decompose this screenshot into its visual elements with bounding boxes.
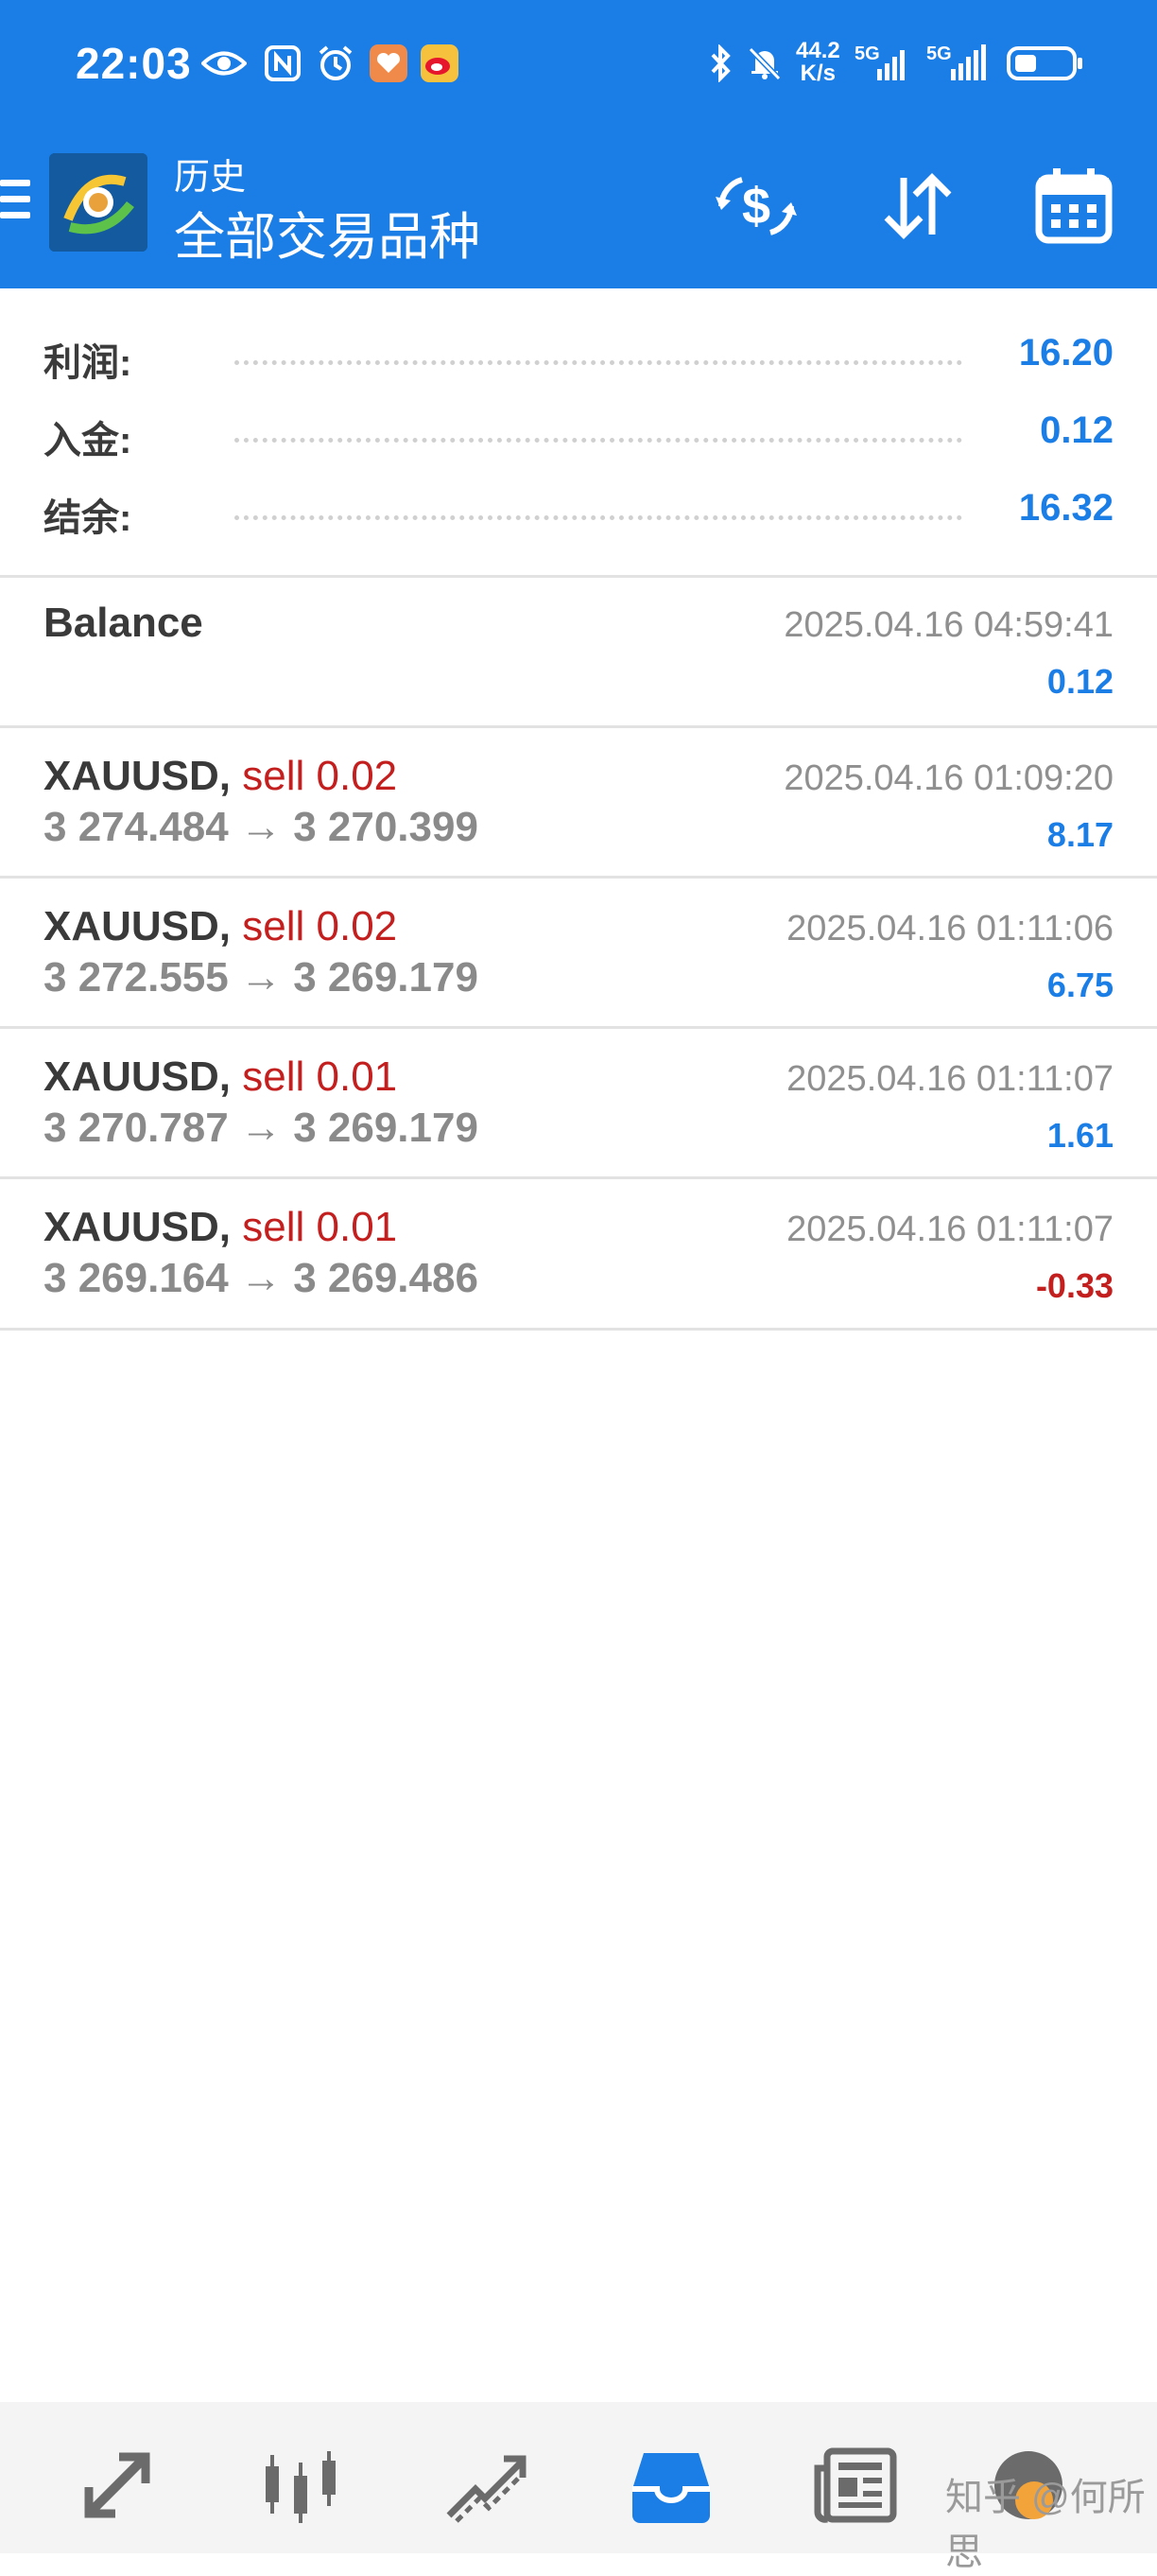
signal-1-label: 5G — [855, 44, 880, 64]
entry-symbol: XAUUSD, sell 0.01 — [43, 1204, 397, 1251]
deposit-label: 入金: — [43, 420, 132, 461]
list-item[interactable]: XAUUSD, sell 0.01 3 269.164 → 3 269.486 … — [0, 1179, 1157, 1331]
eye-icon — [200, 42, 248, 85]
top-bar: 22:03 44.2 K/s 5G 5G 历史 全部交易品种 $ — [0, 0, 1157, 288]
summary-profit-row: 利润: 16.20 — [43, 328, 1114, 385]
app-bar: 历史 全部交易品种 $ — [0, 132, 1157, 288]
profit-value: 16.20 — [1018, 332, 1114, 374]
balance-value: 16.32 — [1018, 487, 1114, 529]
trade-icon[interactable] — [440, 2440, 531, 2531]
status-bar: 22:03 44.2 K/s 5G 5G — [0, 0, 1157, 132]
net-speed-value: 44.2 — [796, 38, 840, 63]
quotes-icon[interactable] — [72, 2440, 163, 2531]
weibo-icon — [416, 42, 463, 85]
symbol-text: Balance — [43, 600, 203, 646]
symbol-text: XAUUSD, — [43, 1053, 232, 1100]
page-title[interactable]: 全部交易品种 — [174, 195, 480, 270]
entry-symbol: Balance — [43, 600, 203, 647]
list-item[interactable]: XAUUSD, sell 0.01 3 270.787 → 3 269.179 … — [0, 1029, 1157, 1179]
symbol-text: XAUUSD, — [43, 753, 232, 799]
dotted-leader — [234, 515, 962, 520]
bottom-navigation: 知乎 @何所思 — [0, 2402, 1157, 2573]
history-icon[interactable] — [626, 2440, 717, 2531]
battery-icon — [1006, 42, 1085, 85]
summary-balance-row: 结余: 16.32 — [43, 483, 1114, 540]
entry-profit: 6.75 — [1046, 966, 1114, 1004]
list-item[interactable]: XAUUSD, sell 0.02 3 272.555 → 3 269.179 … — [0, 879, 1157, 1029]
signal-2-label: 5G — [926, 44, 952, 64]
entry-profit: 8.17 — [1046, 815, 1114, 854]
direction-text: sell 0.02 — [242, 903, 398, 949]
entry-symbol: XAUUSD, sell 0.02 — [43, 903, 397, 950]
alarm-icon — [312, 42, 359, 85]
chart-icon[interactable] — [255, 2440, 346, 2531]
balance-label: 结余: — [43, 497, 132, 539]
watermark: 知乎 @何所思 — [945, 2477, 1146, 2573]
profit-label: 利润: — [43, 342, 132, 384]
bluetooth-icon — [698, 42, 745, 85]
summary-panel: 利润: 16.20 入金: 0.12 结余: 16.32 — [0, 288, 1157, 578]
metatrader-logo — [49, 153, 147, 252]
nfc-icon — [259, 42, 306, 85]
entry-profit: -0.33 — [1035, 1266, 1114, 1305]
summary-deposit-row: 入金: 0.12 — [43, 406, 1114, 462]
entry-prices: 3 272.555 → 3 269.179 — [43, 954, 478, 1001]
menu-icon[interactable] — [0, 180, 30, 227]
entry-time: 2025.04.16 04:59:41 — [784, 605, 1114, 645]
entry-time: 2025.04.16 01:11:07 — [786, 1059, 1114, 1099]
entry-symbol: XAUUSD, sell 0.02 — [43, 753, 397, 800]
direction-text: sell 0.01 — [242, 1053, 398, 1100]
direction-text: sell 0.02 — [242, 753, 398, 799]
news-icon[interactable] — [811, 2440, 902, 2531]
entry-time: 2025.04.16 01:09:20 — [784, 758, 1114, 798]
calendar-icon[interactable] — [1028, 161, 1119, 252]
net-speed: 44.2 K/s — [796, 40, 840, 85]
page-subtitle: 历史 — [174, 158, 247, 198]
symbol-text: XAUUSD, — [43, 1204, 232, 1250]
direction-text: sell 0.01 — [242, 1204, 398, 1250]
dotted-leader — [234, 438, 962, 443]
signal-5g-1-icon: 5G — [855, 42, 913, 85]
dotted-leader — [234, 360, 962, 365]
deposit-value: 0.12 — [1040, 409, 1114, 451]
entry-time: 2025.04.16 01:11:07 — [786, 1210, 1114, 1249]
signal-5g-2-icon: 5G — [926, 42, 993, 85]
entry-profit: 0.12 — [1046, 662, 1114, 701]
entry-prices: 3 270.787 → 3 269.179 — [43, 1105, 478, 1151]
entry-time: 2025.04.16 01:11:06 — [786, 909, 1114, 949]
mute-bell-icon — [741, 42, 788, 85]
symbol-text: XAUUSD, — [43, 903, 232, 949]
svg-text:$: $ — [742, 178, 770, 235]
dollar-refresh-icon[interactable]: $ — [711, 161, 802, 252]
entry-profit: 1.61 — [1046, 1116, 1114, 1155]
entry-prices: 3 274.484 → 3 270.399 — [43, 804, 478, 850]
sort-icon[interactable] — [872, 161, 962, 252]
entry-symbol: XAUUSD, sell 0.01 — [43, 1053, 397, 1101]
app-notification-icon — [365, 42, 412, 85]
list-item[interactable]: XAUUSD, sell 0.02 3 274.484 → 3 270.399 … — [0, 728, 1157, 879]
entry-prices: 3 269.164 → 3 269.486 — [43, 1255, 478, 1301]
status-time: 22:03 — [76, 39, 192, 88]
net-speed-unit: K/s — [800, 61, 837, 86]
list-item[interactable]: Balance 2025.04.16 04:59:41 0.12 — [0, 575, 1157, 728]
